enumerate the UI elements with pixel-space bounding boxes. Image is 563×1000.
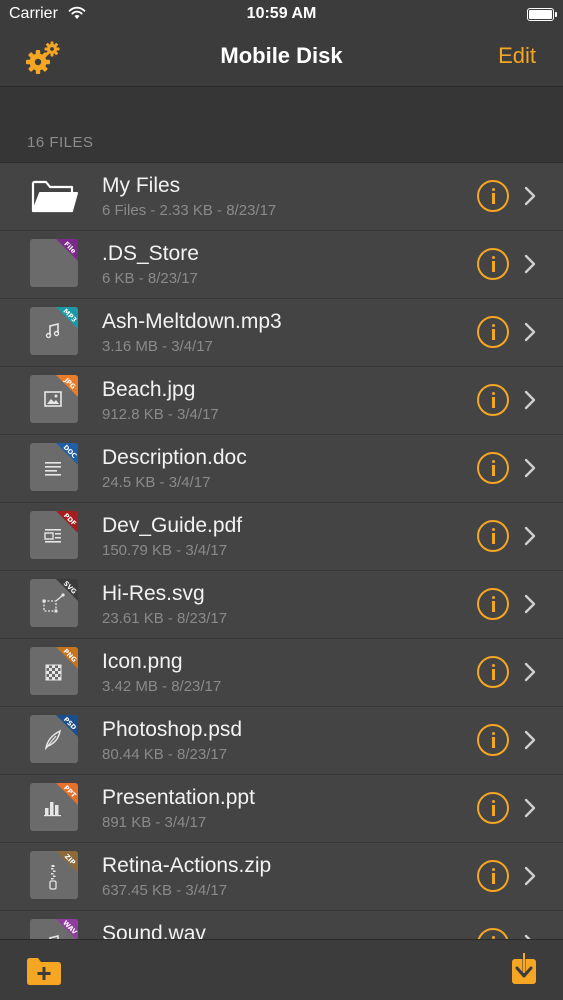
- info-icon[interactable]: [477, 860, 509, 892]
- navigation-bar: Mobile Disk Edit: [0, 30, 563, 87]
- folder-icon: [31, 180, 78, 213]
- battery-icon: [527, 8, 557, 21]
- file-meta: 912.8 KB - 3/4/17: [102, 406, 219, 423]
- vector-file-icon: SVG: [30, 579, 78, 627]
- info-icon[interactable]: [477, 180, 509, 212]
- clock: 10:59 AM: [246, 5, 317, 22]
- file-row[interactable]: PPT Presentation.ppt 891 KB - 3/4/17: [0, 775, 563, 843]
- file-meta: 24.5 KB - 3/4/17: [102, 474, 211, 491]
- chevron-right-icon: [524, 458, 536, 478]
- file-name: .DS_Store: [102, 242, 199, 265]
- info-icon[interactable]: [477, 248, 509, 280]
- file-row[interactable]: MP3 Ash-Meltdown.mp3 3.16 MB - 3/4/17: [0, 299, 563, 367]
- image-file-icon: JPG: [30, 375, 78, 423]
- page-title: Mobile Disk: [220, 43, 343, 68]
- file-meta: 3.16 MB - 3/4/17: [102, 338, 213, 355]
- info-icon[interactable]: [477, 928, 509, 939]
- file-name: Dev_Guide.pdf: [102, 514, 243, 537]
- file-meta: 6 KB - 8/23/17: [102, 270, 198, 287]
- file-name: Beach.jpg: [102, 378, 196, 401]
- file-name: Icon.png: [102, 650, 183, 673]
- file-row[interactable]: WAV Sound.wav: [0, 911, 563, 939]
- status-bar: Carrier 10:59 AM: [0, 0, 563, 30]
- info-icon[interactable]: [477, 452, 509, 484]
- file-name: Photoshop.psd: [102, 718, 243, 741]
- file-meta: 637.45 KB - 3/4/17: [102, 882, 228, 899]
- file-row[interactable]: JPG Beach.jpg 912.8 KB - 3/4/17: [0, 367, 563, 435]
- chevron-right-icon: [524, 322, 536, 342]
- chevron-right-icon: [524, 186, 536, 206]
- file-name: Presentation.ppt: [102, 786, 255, 809]
- file-row[interactable]: DOC Description.doc 24.5 KB - 3/4/17: [0, 435, 563, 503]
- file-row[interactable]: ZIP Retina-Actions.zip 637.45 KB - 3/4/17: [0, 843, 563, 911]
- music-note-file-icon: MP3: [30, 307, 78, 355]
- file-name: Retina-Actions.zip: [102, 854, 272, 877]
- file-meta: 80.44 KB - 8/23/17: [102, 746, 228, 763]
- file-count-label: 16 FILES: [27, 134, 94, 151]
- info-icon[interactable]: [477, 792, 509, 824]
- file-name: Sound.wav: [102, 922, 206, 939]
- bar-chart-file-icon: PPT: [30, 783, 78, 831]
- info-icon[interactable]: [477, 588, 509, 620]
- checker-file-icon: PNG: [30, 647, 78, 695]
- file-row[interactable]: File .DS_Store 6 KB - 8/23/17: [0, 231, 563, 299]
- music-note-file-icon: WAV: [30, 919, 78, 939]
- file-meta: 3.42 MB - 8/23/17: [102, 678, 222, 695]
- file-row[interactable]: SVG Hi-Res.svg 23.61 KB - 8/23/17: [0, 571, 563, 639]
- chevron-right-icon: [524, 798, 536, 818]
- info-icon[interactable]: [477, 724, 509, 756]
- file-icon: File: [30, 239, 78, 287]
- edit-button[interactable]: Edit: [498, 43, 536, 69]
- file-row[interactable]: PDF Dev_Guide.pdf 150.79 KB - 3/4/17: [0, 503, 563, 571]
- info-icon[interactable]: [477, 316, 509, 348]
- file-meta: 891 KB - 3/4/17: [102, 814, 207, 831]
- chevron-right-icon: [524, 866, 536, 886]
- zipper-file-icon: ZIP: [30, 851, 78, 899]
- chevron-right-icon: [524, 526, 536, 546]
- file-row[interactable]: My Files 6 Files - 2.33 KB - 8/23/17: [0, 163, 563, 231]
- file-list[interactable]: My Files 6 Files - 2.33 KB - 8/23/17 File.…: [0, 163, 563, 939]
- chevron-right-icon: [524, 254, 536, 274]
- chevron-right-icon: [524, 594, 536, 614]
- file-meta: 6 Files - 2.33 KB - 8/23/17: [102, 202, 277, 219]
- info-icon[interactable]: [477, 520, 509, 552]
- file-name: My Files: [102, 174, 181, 197]
- feather-file-icon: PSD: [30, 715, 78, 763]
- file-row[interactable]: PNG Icon.png 3.42 MB - 8/23/17: [0, 639, 563, 707]
- file-name: Hi-Res.svg: [102, 582, 205, 605]
- new-folder-icon[interactable]: [26, 956, 62, 986]
- info-icon[interactable]: [477, 656, 509, 688]
- file-row[interactable]: PSD Photoshop.psd 80.44 KB - 8/23/17: [0, 707, 563, 775]
- chevron-right-icon: [524, 662, 536, 682]
- info-icon[interactable]: [477, 384, 509, 416]
- download-icon[interactable]: [511, 953, 537, 985]
- chevron-right-icon: [524, 390, 536, 410]
- chevron-right-icon: [524, 730, 536, 750]
- file-name: Description.doc: [102, 446, 247, 469]
- file-meta: 150.79 KB - 3/4/17: [102, 542, 228, 559]
- document-file-icon: PDF: [30, 511, 78, 559]
- text-lines-file-icon: DOC: [30, 443, 78, 491]
- file-name: Ash-Meltdown.mp3: [102, 310, 282, 333]
- section-header: 16 FILES: [0, 88, 563, 163]
- file-meta: 23.61 KB - 8/23/17: [102, 610, 228, 627]
- bottom-toolbar: [0, 939, 563, 1000]
